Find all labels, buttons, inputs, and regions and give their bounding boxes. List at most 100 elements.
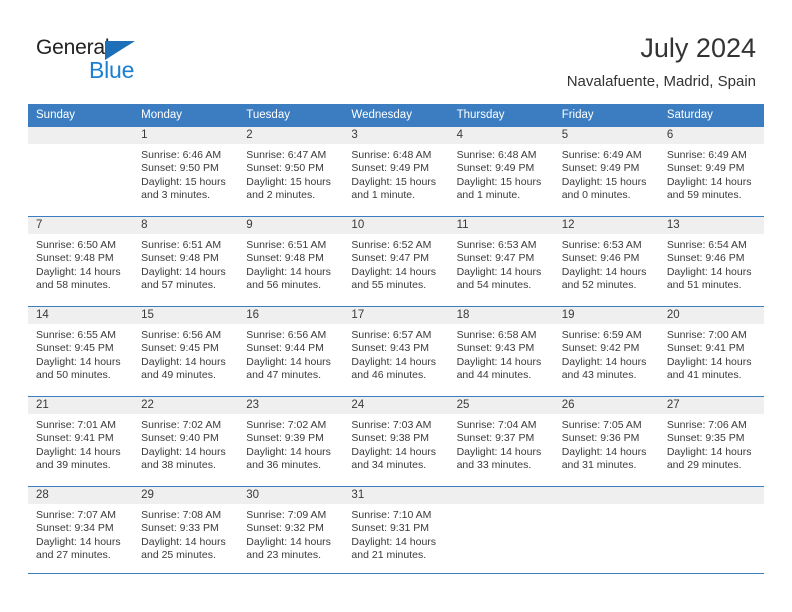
day-details: Sunrise: 6:56 AM Sunset: 9:45 PM Daylight:… bbox=[133, 324, 238, 383]
day-details: Sunrise: 7:01 AM Sunset: 9:41 PM Daylight:… bbox=[28, 414, 133, 473]
sunset-time: Sunset: 9:50 PM bbox=[141, 162, 219, 175]
calendar-day-cell[interactable]: 1 Sunrise: 6:46 AM Sunset: 9:50 PM Daylight… bbox=[133, 126, 239, 217]
sunrise-time: Sunrise: 6:51 AM bbox=[246, 239, 327, 251]
calendar-day-cell[interactable]: 16 Sunrise: 6:56 AM Sunset: 9:44 PM Dayligh… bbox=[238, 306, 344, 397]
daylight-duration-line2: and 3 minutes. bbox=[141, 189, 211, 202]
sunset-time: Sunset: 9:49 PM bbox=[351, 162, 430, 175]
calendar-day-cell[interactable]: 20 Sunrise: 7:00 AM Sunset: 9:41 PM Dayligh… bbox=[658, 306, 764, 397]
sunrise-time: Sunrise: 6:52 AM bbox=[351, 239, 432, 251]
calendar-day-cell[interactable]: 14 Sunrise: 6:55 AM Sunset: 9:45 PM Dayligh… bbox=[28, 306, 134, 397]
sunset-time: Sunset: 9:37 PM bbox=[456, 432, 535, 445]
sunset-time: Sunset: 9:42 PM bbox=[561, 342, 640, 355]
daylight-duration-line2: and 36 minutes. bbox=[246, 459, 321, 472]
daylight-duration-line1: Daylight: 14 hours bbox=[36, 445, 121, 458]
daylight-duration-line2: and 39 minutes. bbox=[36, 459, 111, 472]
daylight-duration-line2: and 51 minutes. bbox=[666, 279, 742, 292]
weekday-header-saturday: Saturday bbox=[658, 104, 764, 127]
daylight-duration-line2: and 57 minutes. bbox=[141, 279, 216, 292]
day-number bbox=[448, 487, 554, 504]
daylight-duration-line1: Daylight: 14 hours bbox=[561, 445, 647, 458]
day-number: 13 bbox=[658, 217, 764, 234]
calendar-day-cell[interactable]: 31 Sunrise: 7:10 AM Sunset: 9:31 PM Dayligh… bbox=[343, 486, 449, 577]
sunrise-time: Sunrise: 7:04 AM bbox=[456, 419, 537, 431]
daylight-duration-line2: and 50 minutes. bbox=[36, 369, 111, 382]
daylight-duration-line2: and 0 minutes. bbox=[561, 189, 631, 202]
calendar-day-cell[interactable]: 4 Sunrise: 6:48 AM Sunset: 9:49 PM Daylight… bbox=[448, 126, 554, 217]
day-number: 27 bbox=[658, 397, 764, 414]
logo-text-blue: Blue bbox=[89, 57, 135, 83]
general-blue-logo[interactable]: General Blue bbox=[36, 36, 236, 88]
day-number: 22 bbox=[133, 397, 239, 414]
calendar-day-cell[interactable]: 12 Sunrise: 6:53 AM Sunset: 9:46 PM Dayligh… bbox=[553, 216, 659, 307]
daylight-duration-line1: Daylight: 14 hours bbox=[141, 265, 226, 278]
sunset-time: Sunset: 9:47 PM bbox=[456, 252, 535, 265]
calendar-body: 1 Sunrise: 6:46 AM Sunset: 9:50 PM Daylight… bbox=[28, 126, 764, 577]
calendar-day-cell[interactable]: 23 Sunrise: 7:02 AM Sunset: 9:39 PM Dayligh… bbox=[238, 396, 344, 487]
day-number: 17 bbox=[343, 307, 449, 324]
sunset-time: Sunset: 9:43 PM bbox=[456, 342, 535, 355]
calendar-day-cell[interactable]: 21 Sunrise: 7:01 AM Sunset: 9:41 PM Dayligh… bbox=[28, 396, 134, 487]
calendar-day-cell[interactable]: 13 Sunrise: 6:54 AM Sunset: 9:46 PM Dayligh… bbox=[658, 216, 764, 307]
calendar-day-cell[interactable]: 22 Sunrise: 7:02 AM Sunset: 9:40 PM Dayligh… bbox=[133, 396, 239, 487]
calendar-day-cell[interactable]: 17 Sunrise: 6:57 AM Sunset: 9:43 PM Dayligh… bbox=[343, 306, 449, 397]
day-details: Sunrise: 7:03 AM Sunset: 9:38 PM Daylight:… bbox=[343, 414, 448, 473]
sunset-time: Sunset: 9:49 PM bbox=[666, 162, 745, 175]
calendar-day-cell[interactable]: 26 Sunrise: 7:05 AM Sunset: 9:36 PM Dayligh… bbox=[553, 396, 659, 487]
calendar-day-cell[interactable]: 19 Sunrise: 6:59 AM Sunset: 9:42 PM Dayligh… bbox=[553, 306, 659, 397]
sunrise-time: Sunrise: 7:02 AM bbox=[246, 419, 327, 431]
day-details: Sunrise: 7:06 AM Sunset: 9:35 PM Daylight:… bbox=[659, 414, 764, 473]
calendar-day-cell[interactable]: 6 Sunrise: 6:49 AM Sunset: 9:49 PM Daylight… bbox=[658, 126, 764, 217]
calendar-day-cell[interactable]: 9 Sunrise: 6:51 AM Sunset: 9:48 PM Daylight… bbox=[238, 216, 344, 307]
day-details: Sunrise: 6:49 AM Sunset: 9:49 PM Daylight:… bbox=[659, 144, 764, 203]
day-details: Sunrise: 6:57 AM Sunset: 9:43 PM Daylight:… bbox=[343, 324, 448, 383]
sunset-time: Sunset: 9:34 PM bbox=[36, 522, 114, 535]
calendar-day-cell[interactable]: 5 Sunrise: 6:49 AM Sunset: 9:49 PM Daylight… bbox=[553, 126, 659, 217]
calendar-day-cell[interactable]: 11 Sunrise: 6:53 AM Sunset: 9:47 PM Dayligh… bbox=[448, 216, 554, 307]
daylight-duration-line1: Daylight: 14 hours bbox=[666, 355, 752, 368]
calendar-day-cell[interactable]: 25 Sunrise: 7:04 AM Sunset: 9:37 PM Dayligh… bbox=[448, 396, 554, 487]
sunset-time: Sunset: 9:31 PM bbox=[351, 522, 430, 535]
daylight-duration-line2: and 49 minutes. bbox=[141, 369, 216, 382]
calendar-day-cell[interactable]: 2 Sunrise: 6:47 AM Sunset: 9:50 PM Daylight… bbox=[238, 126, 344, 217]
calendar-day-cell[interactable]: 29 Sunrise: 7:08 AM Sunset: 9:33 PM Dayligh… bbox=[133, 486, 239, 577]
calendar-day-cell[interactable]: 24 Sunrise: 7:03 AM Sunset: 9:38 PM Dayligh… bbox=[343, 396, 449, 487]
calendar-day-cell[interactable]: 18 Sunrise: 6:58 AM Sunset: 9:43 PM Dayligh… bbox=[448, 306, 554, 397]
daylight-duration-line2: and 54 minutes. bbox=[456, 279, 532, 292]
page-header: General Blue July 2024 Navalafuente, Mad… bbox=[0, 0, 792, 100]
sunset-time: Sunset: 9:41 PM bbox=[36, 432, 114, 445]
calendar-day-cell[interactable]: 27 Sunrise: 7:06 AM Sunset: 9:35 PM Dayligh… bbox=[658, 396, 764, 487]
sunrise-time: Sunrise: 6:48 AM bbox=[456, 149, 537, 161]
daylight-duration-line1: Daylight: 14 hours bbox=[456, 265, 542, 278]
sunrise-time: Sunrise: 7:05 AM bbox=[561, 419, 642, 431]
day-number: 9 bbox=[238, 217, 344, 234]
day-number: 3 bbox=[343, 127, 449, 144]
daylight-duration-line1: Daylight: 15 hours bbox=[246, 175, 331, 188]
calendar-day-cell[interactable]: 10 Sunrise: 6:52 AM Sunset: 9:47 PM Dayligh… bbox=[343, 216, 449, 307]
day-details: Sunrise: 6:46 AM Sunset: 9:50 PM Daylight:… bbox=[133, 144, 238, 203]
daylight-duration-line1: Daylight: 14 hours bbox=[561, 265, 647, 278]
sunrise-time: Sunrise: 7:00 AM bbox=[666, 329, 747, 341]
daylight-duration-line2: and 58 minutes. bbox=[36, 279, 111, 292]
sunrise-time: Sunrise: 7:08 AM bbox=[141, 509, 222, 521]
sunset-time: Sunset: 9:40 PM bbox=[141, 432, 219, 445]
calendar-day-cell[interactable]: 3 Sunrise: 6:48 AM Sunset: 9:49 PM Daylight… bbox=[343, 126, 449, 217]
day-details: Sunrise: 7:09 AM Sunset: 9:32 PM Daylight:… bbox=[238, 504, 343, 563]
calendar-day-cell-empty bbox=[658, 486, 764, 577]
daylight-duration-line2: and 27 minutes. bbox=[36, 549, 111, 562]
day-number bbox=[658, 487, 764, 504]
day-number: 4 bbox=[448, 127, 554, 144]
calendar-day-cell[interactable]: 30 Sunrise: 7:09 AM Sunset: 9:32 PM Dayligh… bbox=[238, 486, 344, 577]
sunset-time: Sunset: 9:48 PM bbox=[246, 252, 324, 265]
calendar-day-cell[interactable]: 15 Sunrise: 6:56 AM Sunset: 9:45 PM Dayligh… bbox=[133, 306, 239, 397]
calendar-week-row: 1 Sunrise: 6:46 AM Sunset: 9:50 PM Daylight… bbox=[28, 126, 764, 217]
day-number: 5 bbox=[553, 127, 659, 144]
sunrise-time: Sunrise: 6:46 AM bbox=[141, 149, 222, 161]
calendar-day-cell[interactable]: 7 Sunrise: 6:50 AM Sunset: 9:48 PM Daylight… bbox=[28, 216, 134, 307]
day-details: Sunrise: 6:53 AM Sunset: 9:46 PM Daylight:… bbox=[554, 234, 659, 293]
weekday-header-row: Sunday Monday Tuesday Wednesday Thursday… bbox=[28, 104, 764, 127]
day-details: Sunrise: 7:00 AM Sunset: 9:41 PM Daylight:… bbox=[659, 324, 764, 383]
sunrise-time: Sunrise: 6:50 AM bbox=[36, 239, 116, 251]
calendar-day-cell[interactable]: 8 Sunrise: 6:51 AM Sunset: 9:48 PM Daylight… bbox=[133, 216, 239, 307]
day-details: Sunrise: 6:56 AM Sunset: 9:44 PM Daylight:… bbox=[238, 324, 343, 383]
calendar-day-cell[interactable]: 28 Sunrise: 7:07 AM Sunset: 9:34 PM Dayligh… bbox=[28, 486, 134, 577]
